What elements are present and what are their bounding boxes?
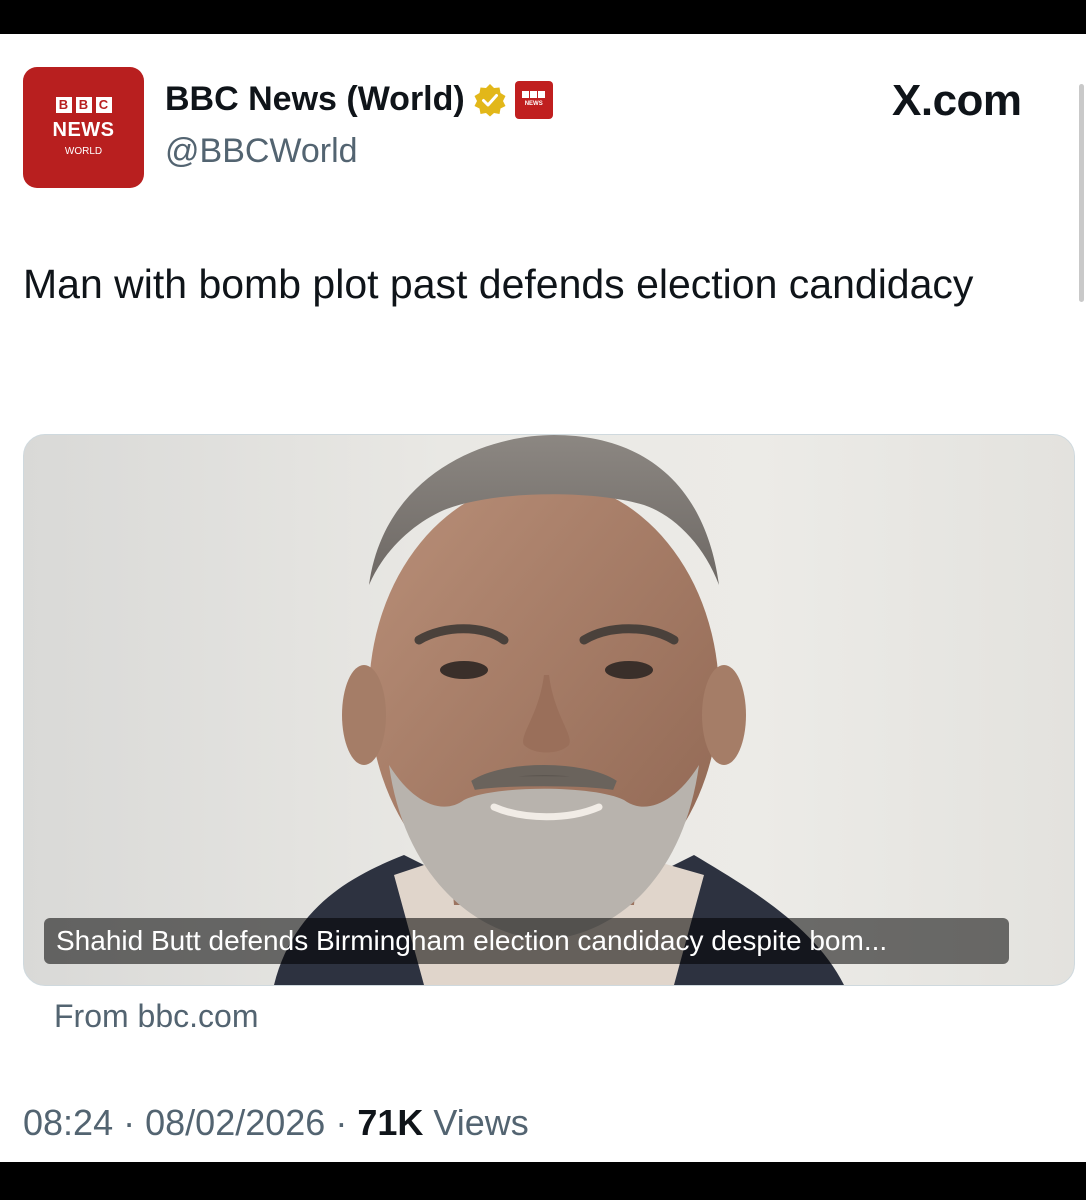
scrollbar[interactable] <box>1079 84 1084 302</box>
views-count[interactable]: 71K <box>357 1102 423 1143</box>
meta-separator: · <box>123 1102 136 1143</box>
author-name-row: BBC News (World) NEWS <box>165 80 553 119</box>
gold-verified-badge-icon[interactable] <box>473 83 507 117</box>
affiliate-text: NEWS <box>524 101 543 107</box>
link-card-caption[interactable]: Shahid Butt defends Birmingham election … <box>44 918 1009 964</box>
avatar-world-text: WORLD <box>64 145 103 157</box>
post-headline: Man with bomb plot past defends election… <box>23 261 974 307</box>
bbc-affiliate-badge-icon[interactable]: NEWS <box>514 80 553 119</box>
post-date[interactable]: 08/02/2026 <box>145 1102 325 1143</box>
link-card-image[interactable]: Shahid Butt defends Birmingham election … <box>23 434 1075 986</box>
x-logo: X.com <box>892 76 1022 125</box>
bbc-block: B <box>55 96 72 113</box>
views-label: Views <box>433 1102 529 1143</box>
author-handle[interactable]: @BBCWorld <box>165 132 358 171</box>
affiliate-block <box>530 91 538 98</box>
avatar[interactable]: B B C NEWS WORLD <box>23 67 144 188</box>
post-meta: 08:24 · 08/02/2026 · 71K Views <box>23 1102 529 1144</box>
meta-separator: · <box>335 1102 348 1143</box>
top-black-bar <box>0 0 1086 34</box>
bottom-black-bar <box>0 1162 1086 1200</box>
author-display-name[interactable]: BBC News (World) <box>165 80 465 119</box>
avatar-news-text: NEWS <box>52 118 115 141</box>
bbc-block: C <box>95 96 112 113</box>
affiliate-block <box>538 91 546 98</box>
affiliate-block <box>522 91 530 98</box>
post-time[interactable]: 08:24 <box>23 1102 113 1143</box>
bbc-block: B <box>75 96 92 113</box>
bbc-logo-blocks: B B C <box>55 96 112 113</box>
post-card: B B C NEWS WORLD BBC News (World) NEWS @… <box>0 34 1086 1162</box>
portrait-photo <box>274 435 844 985</box>
link-source[interactable]: From bbc.com <box>54 998 258 1035</box>
affiliate-blocks <box>522 91 546 98</box>
